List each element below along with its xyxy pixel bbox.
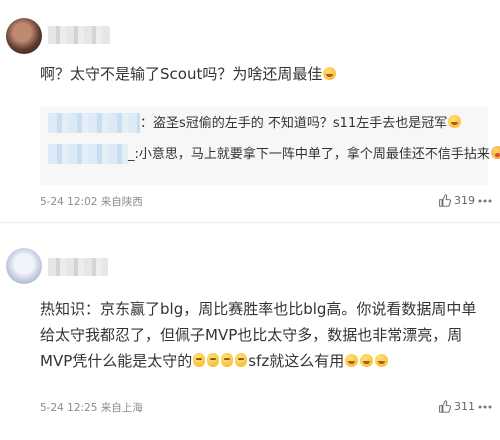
kneeling-emoji bbox=[221, 353, 234, 367]
avatar[interactable] bbox=[6, 248, 42, 284]
reply-username-blurred[interactable] bbox=[48, 144, 128, 164]
laughing-emoji bbox=[323, 67, 337, 80]
thumbs-up-icon bbox=[439, 194, 451, 207]
laughing-emoji bbox=[345, 354, 359, 367]
comment-meta: 5-24 12:02 来自陕西 bbox=[40, 196, 143, 208]
red-mouth-emoji bbox=[490, 146, 500, 159]
more-dots-icon[interactable] bbox=[477, 402, 493, 412]
comment-1: 啊？太守不是输了Scout吗？为啥还周最佳 ：盗圣s冠偷的左手的 不知道吗？s1… bbox=[0, 0, 500, 220]
reply-username-blurred[interactable] bbox=[48, 113, 140, 133]
like-button[interactable]: 319 bbox=[438, 194, 475, 207]
reply-box[interactable]: ：盗圣s冠偷的左手的 不知道吗？s11左手去也是冠军 _:小意思，马上就要拿下一… bbox=[40, 107, 500, 185]
laughing-emoji bbox=[375, 354, 389, 367]
comment-meta: 5-24 12:25 来自上海 bbox=[40, 402, 143, 414]
more-dots-icon[interactable] bbox=[477, 196, 493, 206]
divider bbox=[0, 222, 500, 223]
kneeling-emoji bbox=[193, 353, 206, 367]
laughing-emoji bbox=[448, 115, 462, 128]
username-blurred[interactable] bbox=[48, 26, 110, 44]
reply-1: ：盗圣s冠偷的左手的 不知道吗？s11左手去也是冠军 bbox=[140, 115, 484, 133]
avatar[interactable] bbox=[6, 18, 42, 54]
comment-text: 热知识：京东赢了blg，周比赛胜率也比blg高。你说看数据周中单给太守我都忍了，… bbox=[40, 300, 477, 370]
kneeling-emoji bbox=[207, 353, 220, 367]
like-button[interactable]: 311 bbox=[438, 400, 475, 413]
comment-text: 啊？太守不是输了Scout吗？为啥还周最佳 bbox=[40, 61, 482, 87]
laughing-emoji bbox=[360, 354, 374, 367]
comment-2: 热知识：京东赢了blg，周比赛胜率也比blg高。你说看数据周中单给太守我都忍了，… bbox=[0, 230, 500, 440]
username-blurred[interactable] bbox=[48, 258, 108, 276]
thumbs-up-icon bbox=[439, 400, 451, 413]
kneeling-emoji bbox=[235, 353, 248, 367]
reply-2: _:小意思，马上就要拿下一阵中单了，拿个周最佳还不信手拈来 bbox=[128, 146, 500, 164]
